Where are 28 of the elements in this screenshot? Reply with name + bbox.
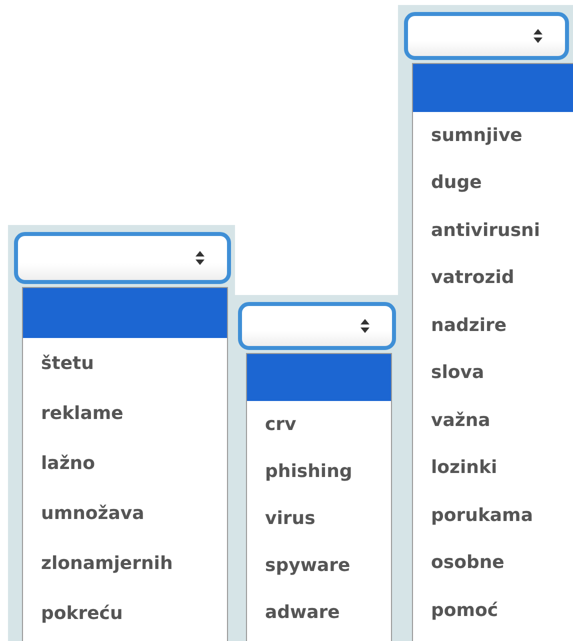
dropdown-option[interactable]: lažno (23, 438, 227, 488)
dropdown-option[interactable]: nadzire (413, 302, 573, 349)
sort-arrows-icon (195, 250, 205, 266)
dropdown-option[interactable]: pomoć (413, 586, 573, 634)
dropdown-option[interactable]: phishing (247, 448, 391, 495)
dropdown-option[interactable]: antivirusni (413, 206, 573, 254)
dropdown-option[interactable]: vatrozid (413, 254, 573, 302)
sort-arrows-icon (360, 318, 370, 334)
dropdown-option[interactable]: slova (413, 349, 573, 396)
dropdown-option[interactable]: crv (247, 401, 391, 448)
select-field[interactable] (238, 302, 396, 350)
select-field[interactable] (14, 232, 231, 284)
dropdown-option[interactable]: štetu (23, 338, 227, 388)
dropdown-option[interactable]: duge (413, 159, 573, 206)
dropdown-option[interactable]: spyware (247, 542, 391, 589)
dropdown-option[interactable]: umnožava (23, 488, 227, 538)
select-field[interactable] (404, 12, 569, 60)
dropdown-option[interactable]: pokreću (23, 588, 227, 638)
sort-arrows-icon (533, 28, 543, 44)
dropdown-option[interactable]: osobne (413, 539, 573, 586)
dropdown-option[interactable]: porukama (413, 492, 573, 539)
dropdown-option[interactable]: virus (247, 495, 391, 542)
dropdown-option[interactable]: lozinki (413, 444, 573, 492)
dropdown-option[interactable]: zlonamjernih (23, 538, 227, 588)
dropdown-option[interactable]: sumnjive (413, 112, 573, 159)
dropdown-option[interactable]: reklame (23, 388, 227, 438)
dropdown-option[interactable]: važna (413, 396, 573, 444)
dropdown-option[interactable]: adware (247, 589, 391, 636)
